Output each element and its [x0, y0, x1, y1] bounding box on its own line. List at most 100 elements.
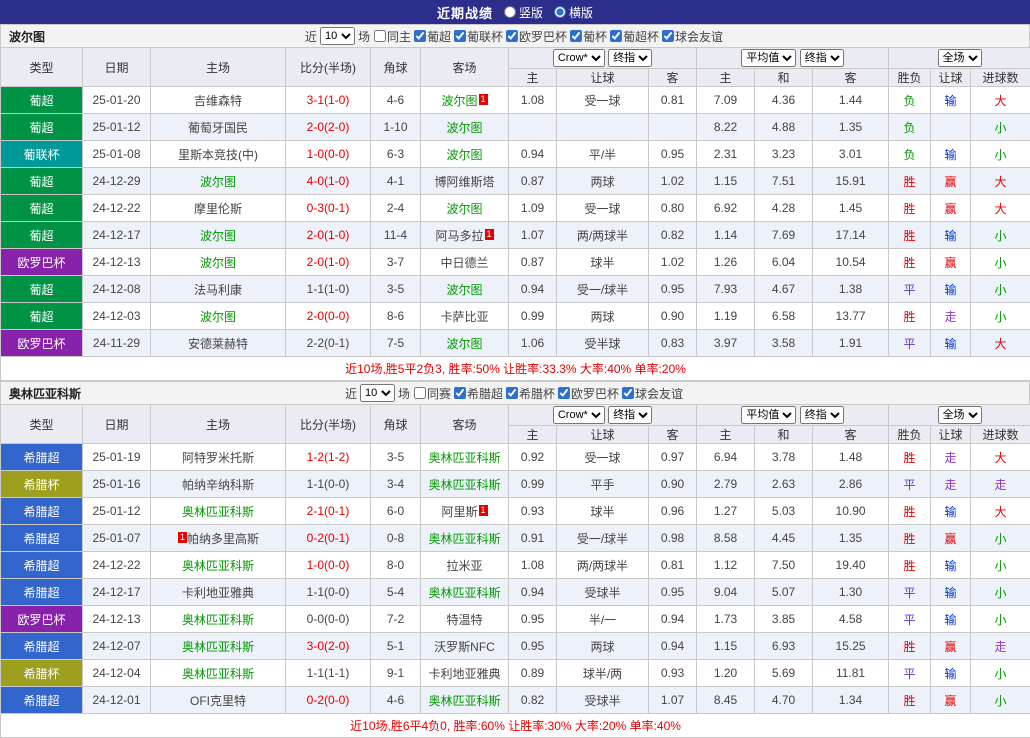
- away-team[interactable]: 奥林匹亚科斯: [428, 586, 500, 600]
- home-team[interactable]: 波尔图: [200, 256, 236, 270]
- home-team[interactable]: 波尔图: [200, 175, 236, 189]
- away-team[interactable]: 阿里斯: [441, 505, 477, 519]
- filter-checkbox[interactable]: [570, 30, 582, 42]
- filter-option[interactable]: 球会友谊: [621, 385, 683, 402]
- filter-checkbox[interactable]: [558, 387, 570, 399]
- filter-checkbox[interactable]: [506, 30, 518, 42]
- score[interactable]: 0-2(0-0): [286, 687, 371, 714]
- home-team[interactable]: 奥林匹亚科斯: [182, 640, 254, 654]
- score[interactable]: 1-0(0-0): [286, 141, 371, 168]
- filter-option[interactable]: 葡超杯: [609, 28, 659, 45]
- home-team[interactable]: 帕纳辛纳科斯: [182, 478, 254, 492]
- score[interactable]: 1-1(1-0): [286, 276, 371, 303]
- filter-option[interactable]: 同赛: [413, 385, 451, 402]
- score[interactable]: 0-0(0-0): [286, 606, 371, 633]
- odds-company-select[interactable]: Crow*: [553, 406, 605, 424]
- away-team[interactable]: 奥林匹亚科斯: [428, 694, 500, 708]
- vertical-radio[interactable]: [504, 6, 516, 18]
- away-team[interactable]: 拉米亚: [446, 559, 482, 573]
- score[interactable]: 3-0(2-0): [286, 633, 371, 660]
- home-team[interactable]: 奥林匹亚科斯: [182, 559, 254, 573]
- score[interactable]: 2-0(0-0): [286, 303, 371, 330]
- home-team[interactable]: 安德莱赫特: [188, 337, 248, 351]
- score[interactable]: 1-0(0-0): [286, 552, 371, 579]
- score[interactable]: 0-3(0-1): [286, 195, 371, 222]
- filter-checkbox[interactable]: [454, 30, 466, 42]
- avg-select[interactable]: 平均值: [741, 406, 796, 424]
- away-team[interactable]: 波尔图: [446, 121, 482, 135]
- odds-time-select-1[interactable]: 终指: [608, 406, 652, 424]
- home-team[interactable]: 法马利康: [194, 283, 242, 297]
- filter-checkbox[interactable]: [622, 387, 634, 399]
- filter-option[interactable]: 球会友谊: [661, 28, 723, 45]
- score[interactable]: 4-0(1-0): [286, 168, 371, 195]
- score[interactable]: 2-0(1-0): [286, 249, 371, 276]
- filter-option[interactable]: 希腊杯: [505, 385, 555, 402]
- filter-option[interactable]: 希腊超: [453, 385, 503, 402]
- home-team[interactable]: 帕纳多里高斯: [187, 532, 259, 546]
- home-team[interactable]: 卡利地亚雅典: [182, 586, 254, 600]
- filter-option[interactable]: 葡超: [413, 28, 451, 45]
- away-team[interactable]: 波尔图: [446, 148, 482, 162]
- away-team[interactable]: 卡萨比亚: [440, 310, 488, 324]
- filter-checkbox[interactable]: [374, 30, 386, 42]
- away-team[interactable]: 卡利地亚雅典: [428, 667, 500, 681]
- filter-option[interactable]: 欧罗巴杯: [505, 28, 567, 45]
- filter-checkbox[interactable]: [414, 387, 426, 399]
- scope-select[interactable]: 全场: [938, 406, 982, 424]
- scope-select[interactable]: 全场: [938, 49, 982, 67]
- score[interactable]: 0-2(0-1): [286, 525, 371, 552]
- home-team[interactable]: 波尔图: [200, 229, 236, 243]
- home-team[interactable]: 奥林匹亚科斯: [182, 613, 254, 627]
- away-team[interactable]: 波尔图: [446, 337, 482, 351]
- away-team[interactable]: 博阿维斯塔: [434, 175, 494, 189]
- odds-time-select-1[interactable]: 终指: [608, 49, 652, 67]
- filter-checkbox[interactable]: [662, 30, 674, 42]
- away-team[interactable]: 特温特: [446, 613, 482, 627]
- score[interactable]: 1-1(0-0): [286, 471, 371, 498]
- score[interactable]: 1-1(0-0): [286, 579, 371, 606]
- score[interactable]: 1-1(1-1): [286, 660, 371, 687]
- away-team[interactable]: 中日德兰: [440, 256, 488, 270]
- away-team[interactable]: 波尔图: [446, 202, 482, 216]
- score[interactable]: 2-0(1-0): [286, 222, 371, 249]
- filter-option[interactable]: 同主: [373, 28, 411, 45]
- score[interactable]: 2-1(0-1): [286, 498, 371, 525]
- filter-option[interactable]: 欧罗巴杯: [557, 385, 619, 402]
- horizontal-radio[interactable]: [554, 6, 566, 18]
- rounds-select[interactable]: 10: [360, 384, 395, 402]
- score[interactable]: 2-0(2-0): [286, 114, 371, 141]
- away-team[interactable]: 沃罗斯NFC: [434, 640, 495, 654]
- score[interactable]: 3-1(1-0): [286, 87, 371, 114]
- home-team[interactable]: 奥林匹亚科斯: [182, 505, 254, 519]
- home-team[interactable]: 里斯本竞技(中): [178, 148, 258, 162]
- away-team[interactable]: 奥林匹亚科斯: [428, 478, 500, 492]
- rounds-select[interactable]: 10: [320, 27, 355, 45]
- home-team[interactable]: 葡萄牙国民: [188, 121, 248, 135]
- avg-select[interactable]: 平均值: [741, 49, 796, 67]
- odds-time-select-2[interactable]: 终指: [800, 49, 844, 67]
- away-team[interactable]: 波尔图: [441, 94, 477, 108]
- home-team[interactable]: 奥林匹亚科斯: [182, 667, 254, 681]
- away-team[interactable]: 奥林匹亚科斯: [428, 451, 500, 465]
- away-team[interactable]: 奥林匹亚科斯: [428, 532, 500, 546]
- home-team[interactable]: 吉维森特: [194, 94, 242, 108]
- odds-time-select-2[interactable]: 终指: [800, 406, 844, 424]
- home-team[interactable]: 摩里伦斯: [194, 202, 242, 216]
- filter-checkbox[interactable]: [610, 30, 622, 42]
- score[interactable]: 2-2(0-1): [286, 330, 371, 357]
- filter-checkbox[interactable]: [454, 387, 466, 399]
- filter-option[interactable]: 葡联杯: [453, 28, 503, 45]
- away-team[interactable]: 波尔图: [446, 283, 482, 297]
- filter-checkbox[interactable]: [414, 30, 426, 42]
- odds-company-select[interactable]: Crow*: [553, 49, 605, 67]
- home-team[interactable]: 阿特罗米托斯: [182, 451, 254, 465]
- layout-option-horizontal[interactable]: 横版: [553, 4, 593, 21]
- score[interactable]: 1-2(1-2): [286, 444, 371, 471]
- filter-checkbox[interactable]: [506, 387, 518, 399]
- layout-option-vertical[interactable]: 竖版: [503, 4, 543, 21]
- filter-option[interactable]: 葡杯: [569, 28, 607, 45]
- home-team[interactable]: 波尔图: [200, 310, 236, 324]
- away-team[interactable]: 阿马多拉: [435, 229, 483, 243]
- home-team[interactable]: OFI克里特: [190, 694, 246, 708]
